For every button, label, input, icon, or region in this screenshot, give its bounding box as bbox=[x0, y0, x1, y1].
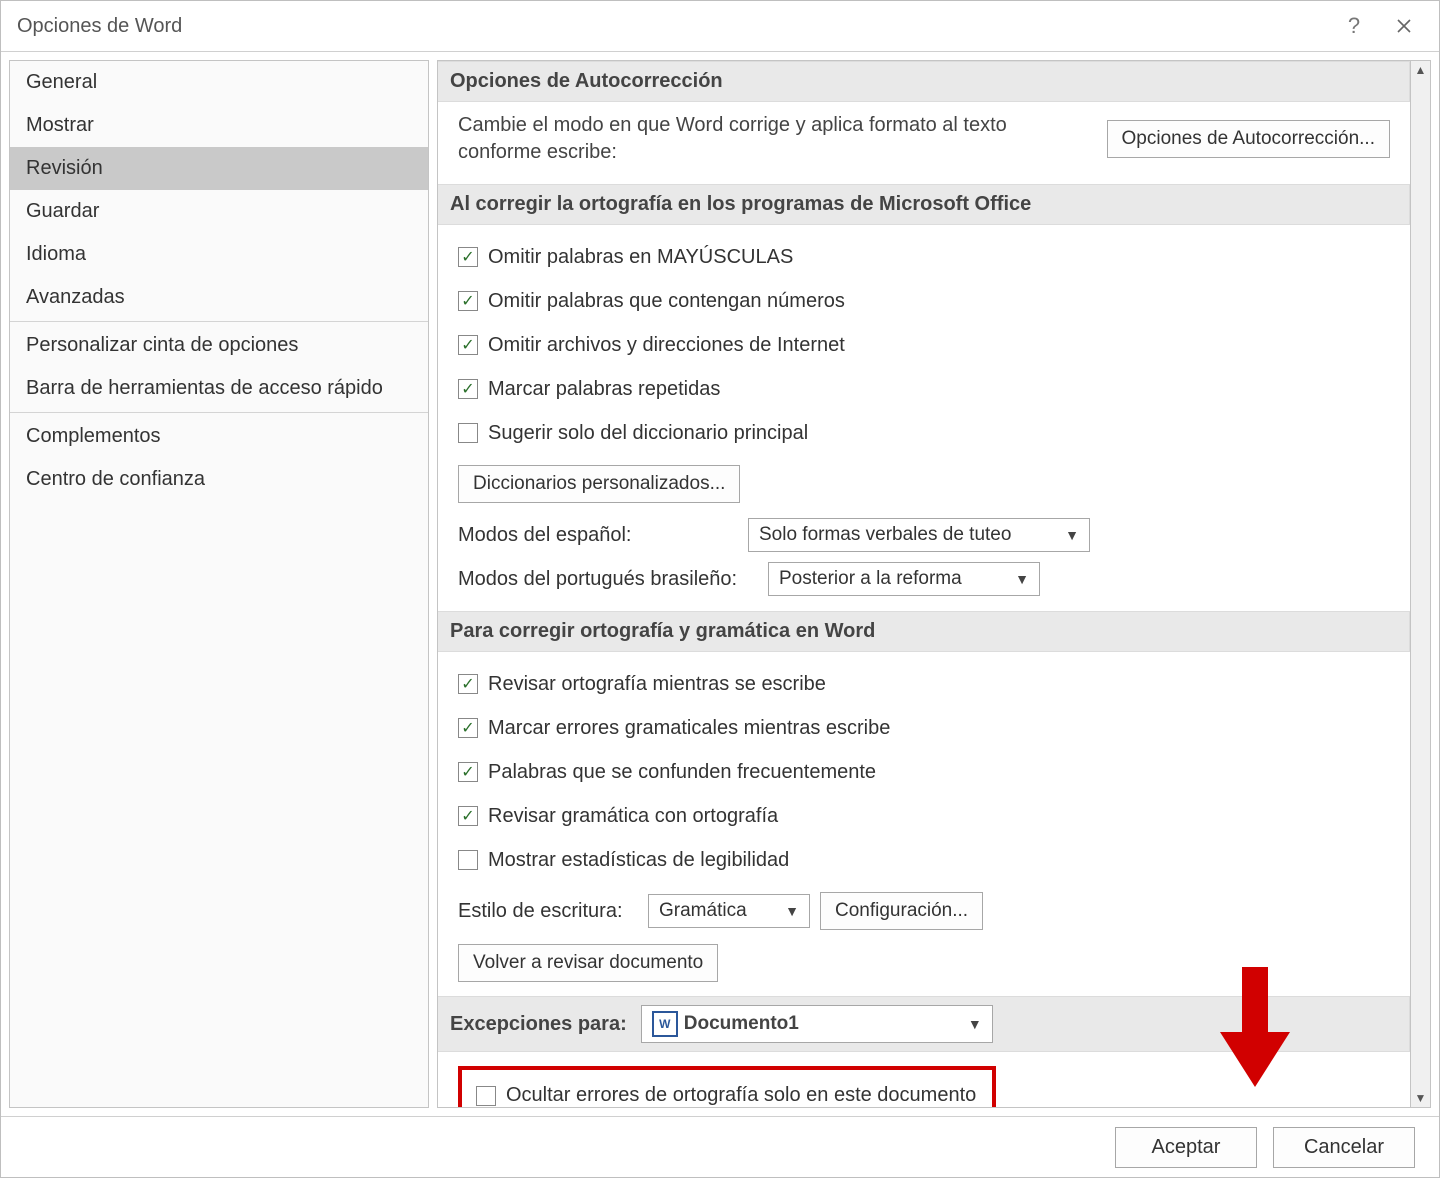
checkbox-grammar-with-spell[interactable] bbox=[458, 806, 478, 826]
writing-style-value: Gramática bbox=[659, 900, 747, 922]
exceptions-document-select[interactable]: W Documento1 ▼ bbox=[641, 1005, 993, 1043]
checkbox-spell-as-type[interactable] bbox=[458, 674, 478, 694]
chevron-down-icon: ▼ bbox=[1065, 527, 1079, 543]
titlebar: Opciones de Word ? bbox=[1, 1, 1439, 52]
section-office-spell-title: Al corregir la ortografía en los program… bbox=[450, 193, 1031, 216]
label-suggest-main-dict[interactable]: Sugerir solo del diccionario principal bbox=[488, 422, 808, 445]
chevron-down-icon: ▼ bbox=[785, 903, 799, 919]
sidebar-item-centro-confianza[interactable]: Centro de confianza bbox=[10, 458, 428, 501]
section-exceptions-header: Excepciones para: W Documento1 ▼ bbox=[438, 996, 1410, 1052]
close-button[interactable] bbox=[1379, 1, 1429, 51]
autocorrect-options-button[interactable]: Opciones de Autocorrección... bbox=[1107, 120, 1390, 158]
writing-style-select[interactable]: Gramática ▼ bbox=[648, 894, 810, 928]
sidebar-separator bbox=[10, 321, 428, 322]
portuguese-modes-value: Posterior a la reforma bbox=[779, 568, 962, 590]
chevron-down-icon: ▼ bbox=[1015, 571, 1029, 587]
custom-dictionaries-button[interactable]: Diccionarios personalizados... bbox=[458, 465, 740, 503]
sidebar-separator bbox=[10, 412, 428, 413]
help-button[interactable]: ? bbox=[1329, 1, 1379, 51]
writing-style-settings-label: Configuración... bbox=[835, 900, 968, 922]
spanish-modes-label: Modos del español: bbox=[458, 524, 738, 547]
custom-dictionaries-label: Diccionarios personalizados... bbox=[473, 473, 725, 495]
recheck-document-button[interactable]: Volver a revisar documento bbox=[458, 944, 718, 982]
sidebar-item-idioma[interactable]: Idioma bbox=[10, 233, 428, 276]
category-sidebar: General Mostrar Revisión Guardar Idioma … bbox=[9, 60, 429, 1108]
checkbox-suggest-main-dict[interactable] bbox=[458, 423, 478, 443]
word-options-dialog: Opciones de Word ? General Mostrar Revis… bbox=[0, 0, 1440, 1178]
checkbox-grammar-as-type[interactable] bbox=[458, 718, 478, 738]
section-exceptions-title: Excepciones para: bbox=[450, 1013, 627, 1036]
exceptions-document-value: Documento1 bbox=[684, 1013, 799, 1035]
checkbox-readability-stats[interactable] bbox=[458, 850, 478, 870]
autocorrect-description: Cambie el modo en que Word corrige y apl… bbox=[458, 112, 1007, 166]
sidebar-item-mostrar[interactable]: Mostrar bbox=[10, 104, 428, 147]
highlight-box: Ocultar errores de ortografía solo en es… bbox=[458, 1066, 996, 1108]
spanish-modes-value: Solo formas verbales de tuteo bbox=[759, 524, 1011, 546]
scroll-down-button[interactable]: ▼ bbox=[1412, 1089, 1430, 1107]
portuguese-modes-select[interactable]: Posterior a la reforma ▼ bbox=[768, 562, 1040, 596]
label-flag-repeated[interactable]: Marcar palabras repetidas bbox=[488, 378, 720, 401]
sidebar-item-personalizar-cinta[interactable]: Personalizar cinta de opciones bbox=[10, 324, 428, 367]
checkbox-confused-words[interactable] bbox=[458, 762, 478, 782]
sidebar-item-general[interactable]: General bbox=[10, 61, 428, 104]
dialog-title: Opciones de Word bbox=[17, 15, 1329, 38]
spanish-modes-select[interactable]: Solo formas verbales de tuteo ▼ bbox=[748, 518, 1090, 552]
section-autocorrect-header: Opciones de Autocorrección bbox=[438, 61, 1410, 102]
section-word-spell-header: Para corregir ortografía y gramática en … bbox=[438, 611, 1410, 652]
autocorrect-options-button-label: Opciones de Autocorrección... bbox=[1122, 128, 1375, 150]
label-grammar-with-spell[interactable]: Revisar gramática con ortografía bbox=[488, 805, 778, 828]
checkbox-omit-urls[interactable] bbox=[458, 335, 478, 355]
sidebar-item-avanzadas[interactable]: Avanzadas bbox=[10, 276, 428, 319]
label-confused-words[interactable]: Palabras que se confunden frecuentemente bbox=[488, 761, 876, 784]
label-omit-urls[interactable]: Omitir archivos y direcciones de Interne… bbox=[488, 334, 845, 357]
label-hide-spell-errors[interactable]: Ocultar errores de ortografía solo en es… bbox=[506, 1084, 976, 1107]
word-document-icon: W bbox=[652, 1011, 678, 1037]
cancel-button-label: Cancelar bbox=[1304, 1136, 1384, 1159]
dialog-footer: Aceptar Cancelar bbox=[1, 1116, 1439, 1177]
scroll-up-button[interactable]: ▲ bbox=[1412, 61, 1430, 79]
vertical-scrollbar[interactable]: ▲ ▼ bbox=[1411, 60, 1431, 1108]
chevron-down-icon: ▼ bbox=[968, 1016, 982, 1032]
ok-button[interactable]: Aceptar bbox=[1115, 1127, 1257, 1168]
label-grammar-as-type[interactable]: Marcar errores gramaticales mientras esc… bbox=[488, 717, 890, 740]
label-spell-as-type[interactable]: Revisar ortografía mientras se escribe bbox=[488, 673, 826, 696]
checkbox-flag-repeated[interactable] bbox=[458, 379, 478, 399]
writing-style-label: Estilo de escritura: bbox=[458, 900, 638, 923]
section-word-spell-title: Para corregir ortografía y gramática en … bbox=[450, 620, 875, 643]
label-omit-numbers[interactable]: Omitir palabras que contengan números bbox=[488, 290, 845, 313]
sidebar-item-guardar[interactable]: Guardar bbox=[10, 190, 428, 233]
label-readability-stats[interactable]: Mostrar estadísticas de legibilidad bbox=[488, 849, 789, 872]
main-panel: Opciones de Autocorrección Cambie el mod… bbox=[437, 60, 1411, 1108]
ok-button-label: Aceptar bbox=[1152, 1136, 1221, 1159]
section-autocorrect-title: Opciones de Autocorrección bbox=[450, 70, 723, 93]
section-office-spell-header: Al corregir la ortografía en los program… bbox=[438, 184, 1410, 225]
writing-style-settings-button[interactable]: Configuración... bbox=[820, 892, 983, 930]
cancel-button[interactable]: Cancelar bbox=[1273, 1127, 1415, 1168]
portuguese-modes-label: Modos del portugués brasileño: bbox=[458, 568, 758, 591]
recheck-document-label: Volver a revisar documento bbox=[473, 952, 703, 974]
checkbox-hide-spell-errors[interactable] bbox=[476, 1086, 496, 1106]
sidebar-item-revision[interactable]: Revisión bbox=[10, 147, 428, 190]
checkbox-omit-uppercase[interactable] bbox=[458, 247, 478, 267]
label-omit-uppercase[interactable]: Omitir palabras en MAYÚSCULAS bbox=[488, 246, 793, 269]
close-icon bbox=[1396, 18, 1412, 34]
sidebar-item-barra-acceso-rapido[interactable]: Barra de herramientas de acceso rápido bbox=[10, 367, 428, 410]
exceptions-body: Ocultar errores de ortografía solo en es… bbox=[438, 1052, 1410, 1108]
checkbox-omit-numbers[interactable] bbox=[458, 291, 478, 311]
sidebar-item-complementos[interactable]: Complementos bbox=[10, 415, 428, 458]
